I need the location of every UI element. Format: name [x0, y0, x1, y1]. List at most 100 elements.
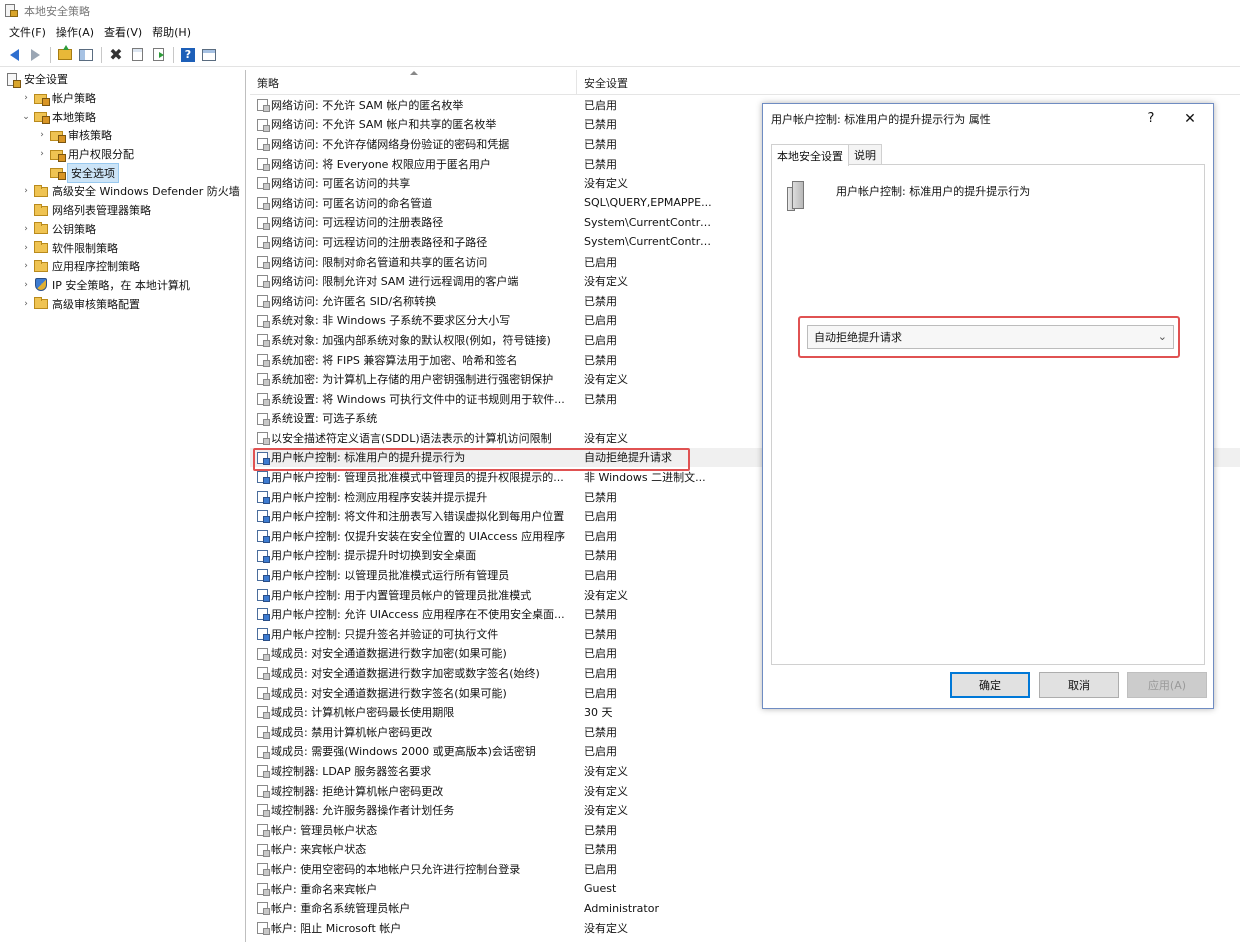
cancel-button[interactable]: 取消: [1039, 672, 1119, 698]
lock-folder-icon: [50, 129, 66, 143]
tree-item[interactable]: › 审核策略: [0, 126, 245, 145]
tab-explain[interactable]: 说明: [848, 144, 882, 165]
tree-item[interactable]: › 应用程序控制策略: [0, 257, 245, 276]
menu-help[interactable]: 帮助(H): [147, 24, 196, 40]
table-row[interactable]: 域控制器: 拒绝计算机帐户密码更改 没有定义: [250, 781, 1240, 801]
tree-item[interactable]: › 软件限制策略: [0, 238, 245, 257]
tree-item[interactable]: 安全选项: [0, 162, 245, 183]
chevron-right-icon[interactable]: ›: [36, 148, 48, 160]
help-button[interactable]: ?: [178, 45, 198, 65]
policy-item-icon: [257, 784, 270, 798]
chevron-right-icon[interactable]: ›: [20, 279, 32, 291]
table-row[interactable]: 帐户: 阻止 Microsoft 帐户 没有定义: [250, 918, 1240, 938]
chevron-right-icon: [36, 167, 48, 179]
table-row[interactable]: 域控制器: LDAP 服务器签名要求 没有定义: [250, 761, 1240, 781]
policy-name: 系统设置: 将 Windows 可执行文件中的证书规则用于软件...: [271, 392, 565, 406]
folder-icon: [34, 222, 49, 235]
menu-action[interactable]: 操作(A): [51, 24, 99, 40]
policy-item-icon: [257, 471, 270, 485]
table-row[interactable]: 域成员: 需要强(Windows 2000 或更高版本)会话密钥 已启用: [250, 742, 1240, 762]
tree-item[interactable]: › 公钥策略: [0, 220, 245, 239]
policy-name: 用户帐户控制: 只提升签名并验证的可执行文件: [271, 627, 499, 641]
forward-button[interactable]: [25, 45, 45, 65]
policy-name: 帐户: 重命名来宾帐户: [271, 882, 378, 896]
policy-setting: 已启用: [584, 862, 617, 876]
policy-item-icon: [257, 804, 270, 818]
policy-name: 域成员: 计算机帐户密码最长使用期限: [271, 706, 455, 720]
tree-item[interactable]: › 高级安全 Windows Defender 防火墙: [0, 182, 245, 201]
sort-ascending-icon: [410, 71, 418, 75]
tree-item-label: IP 安全策略，在 本地计算机: [52, 278, 190, 292]
back-arrow-icon: [9, 48, 19, 61]
policy-name: 用户帐户控制: 以管理员批准模式运行所有管理员: [271, 569, 510, 583]
policy-item-icon: [257, 118, 270, 132]
column-header-setting[interactable]: 安全设置: [577, 70, 717, 95]
chevron-down-icon[interactable]: ⌄: [20, 111, 32, 123]
tree-item[interactable]: 网络列表管理器策略: [0, 201, 245, 220]
column-header-policy[interactable]: 策略: [250, 70, 577, 95]
tree-item[interactable]: ⌄ 本地策略: [0, 107, 245, 126]
ok-button[interactable]: 确定: [950, 672, 1030, 698]
chevron-right-icon[interactable]: ›: [20, 260, 32, 272]
policy-setting: 已启用: [584, 686, 617, 700]
policy-doc-icon: [6, 72, 21, 88]
tree-item[interactable]: 安全设置: [0, 70, 245, 89]
policy-setting: 已禁用: [584, 627, 617, 641]
properties-button[interactable]: [127, 45, 147, 65]
tree-item-label: 本地策略: [52, 110, 96, 124]
delete-button[interactable]: ✖: [106, 45, 126, 65]
policy-setting: 没有定义: [584, 764, 628, 778]
policy-setting: 已启用: [584, 314, 617, 328]
policy-name: 系统对象: 非 Windows 子系统不要求区分大小写: [271, 314, 511, 328]
chevron-right-icon[interactable]: ›: [20, 298, 32, 310]
table-row[interactable]: 帐户: 使用空密码的本地帐户只允许进行控制台登录 已启用: [250, 859, 1240, 879]
policy-name: 用户帐户控制: 管理员批准模式中管理员的提升权限提示的...: [271, 471, 564, 485]
table-row[interactable]: 帐户: 重命名系统管理员帐户 Administrator: [250, 898, 1240, 918]
table-row[interactable]: 帐户: 重命名来宾帐户 Guest: [250, 879, 1240, 899]
chevron-right-icon[interactable]: ›: [20, 92, 32, 104]
chevron-down-icon: ⌄: [1157, 330, 1167, 343]
tree-item[interactable]: › IP 安全策略，在 本地计算机: [0, 276, 245, 295]
back-button[interactable]: [4, 45, 24, 65]
tree-item-label: 用户权限分配: [68, 148, 134, 162]
policy-name: 网络访问: 可远程访问的注册表路径和子路径: [271, 235, 488, 249]
dropdown-selected-value: 自动拒绝提升请求: [814, 331, 902, 344]
tree-item-label: 安全选项: [67, 162, 119, 183]
table-row[interactable]: 域成员: 禁用计算机帐户密码更改 已禁用: [250, 722, 1240, 742]
show-hide-tree-button[interactable]: [76, 45, 96, 65]
policy-setting: 已启用: [584, 529, 617, 543]
navigation-tree: 安全设置 › 帐户策略 ⌄ 本地策略 › 审核策略 › 用户权限分配 安全选项 › 高级安全 Wind…: [0, 70, 246, 942]
tree-item[interactable]: › 用户权限分配: [0, 145, 245, 164]
console-button[interactable]: [199, 45, 219, 65]
policy-name: 网络访问: 不允许存储网络身份验证的密码和凭据: [271, 137, 510, 151]
policy-name: 网络访问: 可匿名访问的命名管道: [271, 196, 433, 210]
tree-item[interactable]: › 高级审核策略配置: [0, 294, 245, 313]
chevron-right-icon[interactable]: ›: [20, 185, 32, 197]
policy-item-icon: [257, 157, 270, 171]
table-row[interactable]: 域控制器: 允许服务器操作者计划任务 没有定义: [250, 800, 1240, 820]
elevation-behavior-dropdown[interactable]: 自动拒绝提升请求 ⌄: [807, 325, 1174, 349]
tree-item[interactable]: › 帐户策略: [0, 89, 245, 108]
policy-item-icon: [257, 667, 270, 681]
policy-setting: 没有定义: [584, 588, 628, 602]
policy-name: 系统加密: 将 FIPS 兼容算法用于加密、哈希和签名: [271, 353, 518, 367]
tab-local-security-setting[interactable]: 本地安全设置: [771, 144, 849, 166]
export-list-button[interactable]: [148, 45, 168, 65]
policy-setting: 没有定义: [584, 804, 628, 818]
menu-bar: 文件(F) 操作(A) 查看(V) 帮助(H): [0, 22, 1240, 42]
policy-name: 帐户: 使用空密码的本地帐户只允许进行控制台登录: [271, 862, 521, 876]
chevron-right-icon[interactable]: ›: [20, 223, 32, 235]
chevron-right-icon[interactable]: ›: [36, 129, 48, 141]
dialog-close-button[interactable]: ✕: [1181, 110, 1199, 128]
chevron-right-icon[interactable]: ›: [20, 242, 32, 254]
policy-setting: 已禁用: [584, 725, 617, 739]
table-row[interactable]: 帐户: 管理员帐户状态 已禁用: [250, 820, 1240, 840]
menu-file[interactable]: 文件(F): [4, 24, 51, 40]
up-one-level-button[interactable]: [55, 45, 75, 65]
table-row[interactable]: 帐户: 来宾帐户状态 已禁用: [250, 840, 1240, 860]
menu-view[interactable]: 查看(V): [99, 24, 147, 40]
apply-button[interactable]: 应用(A): [1127, 672, 1207, 698]
policy-item-icon: [257, 373, 270, 387]
policy-item-icon: [257, 216, 270, 230]
dialog-help-button[interactable]: ?: [1143, 110, 1159, 126]
